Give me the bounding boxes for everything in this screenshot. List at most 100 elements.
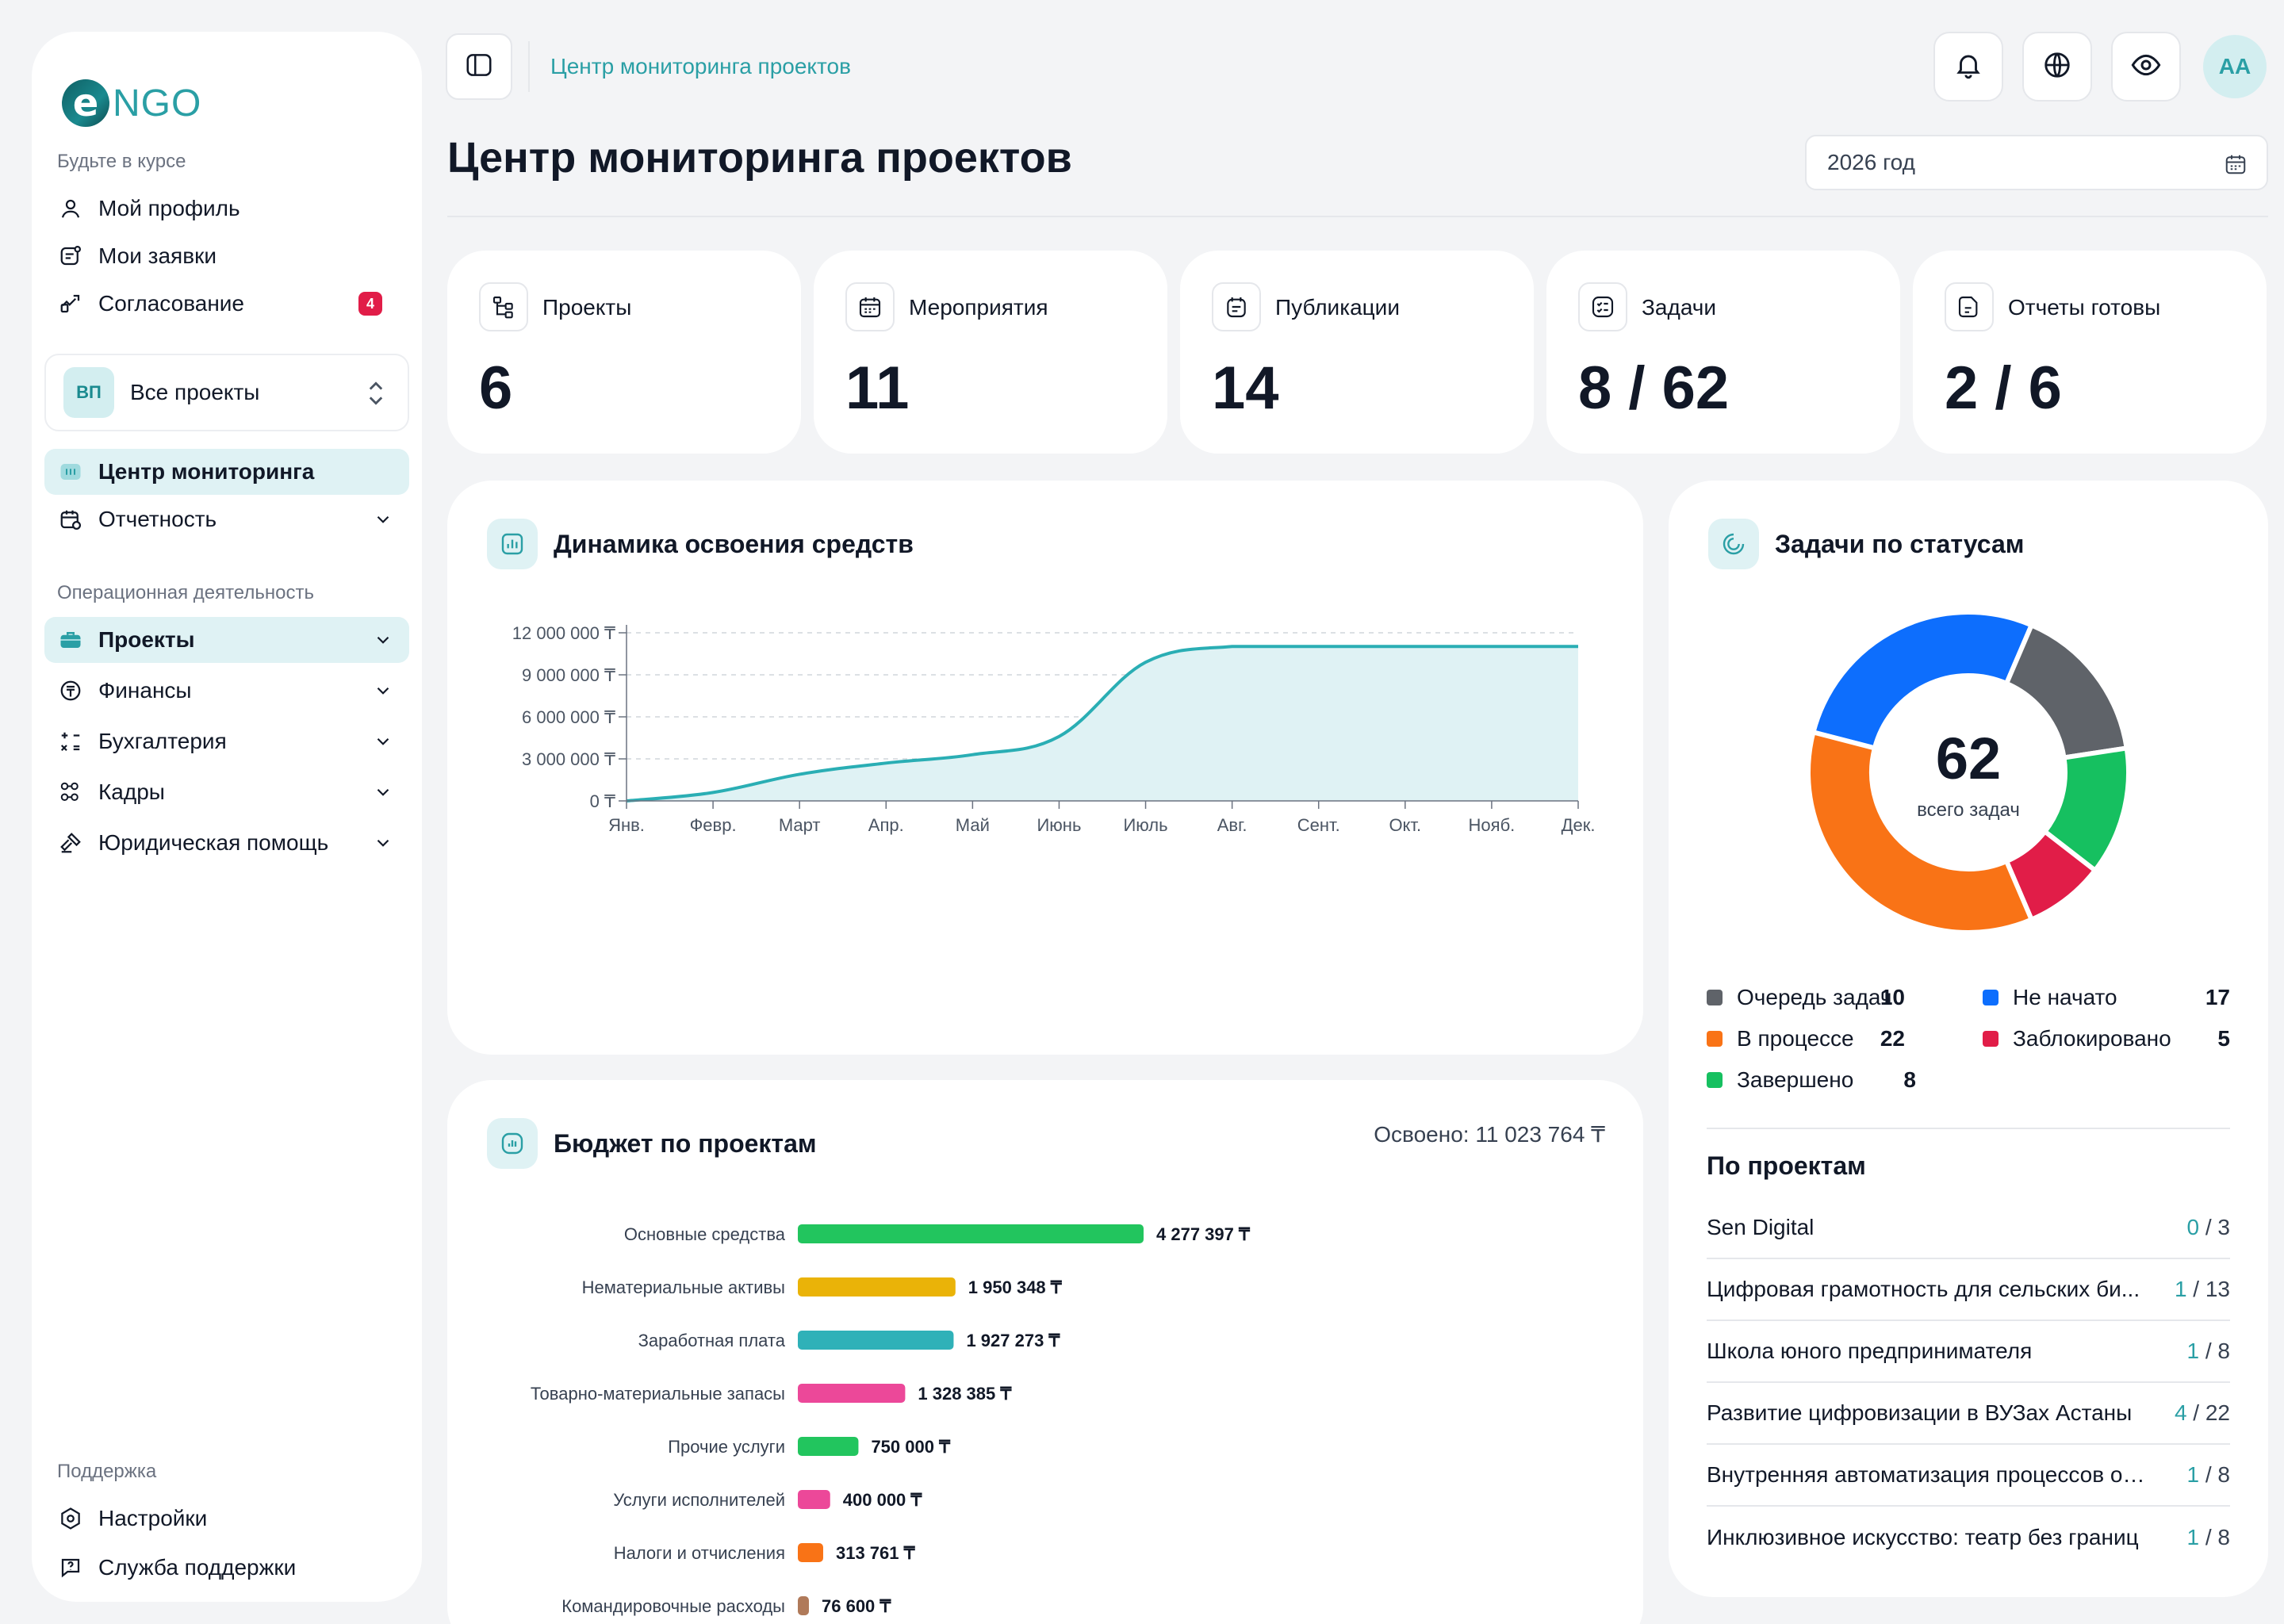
project-task-count: 0 / 3 xyxy=(2187,1215,2231,1240)
chevron-down-icon xyxy=(373,680,393,707)
sidebar-toggle-button[interactable] xyxy=(446,33,512,100)
x-tick-label: Авг. xyxy=(1217,815,1247,835)
sidebar-item-requests[interactable]: Мои заявки xyxy=(44,233,409,279)
donut-total: 62 xyxy=(1935,726,2002,791)
sidebar-item-accounting[interactable]: Бухгалтерия xyxy=(44,718,409,764)
project-row[interactable]: Инклюзивное искусство: театр без границ … xyxy=(1707,1507,2230,1568)
project-total-count: / 8 xyxy=(2205,1525,2230,1549)
kpi-card-events[interactable]: Мероприятия 11 xyxy=(814,251,1167,454)
project-row[interactable]: Школа юного предпринимателя 1 / 8 xyxy=(1707,1321,2230,1383)
calculator-icon xyxy=(57,728,84,755)
kpi-card-publications[interactable]: Публикации 14 xyxy=(1180,251,1534,454)
donut-caption: всего задач xyxy=(1917,799,2020,821)
chevron-down-icon xyxy=(373,782,393,808)
project-task-count: 1 / 8 xyxy=(2187,1462,2231,1488)
report-icon xyxy=(1945,282,1994,331)
kpi-card-tasks[interactable]: Задачи 8 / 62 xyxy=(1546,251,1900,454)
bar-category-label: Нематериальные активы xyxy=(582,1277,785,1297)
calendar-icon xyxy=(2224,152,2248,182)
sidebar-item-label: Юридическая помощь xyxy=(98,830,329,855)
project-done-count: 4 xyxy=(2174,1400,2187,1425)
chevron-down-icon xyxy=(373,833,393,859)
kpi-value: 14 xyxy=(1212,354,1279,422)
project-total-count: / 13 xyxy=(2193,1277,2230,1301)
sidebar-item-legal[interactable]: Юридическая помощь xyxy=(44,820,409,866)
project-total-count: / 8 xyxy=(2205,1339,2230,1363)
sidebar-item-finance[interactable]: Финансы xyxy=(44,668,409,714)
sidebar-item-approval[interactable]: Согласование 4 xyxy=(44,281,409,327)
bar xyxy=(798,1437,859,1456)
kpi-label: Проекты xyxy=(542,295,632,320)
project-done-count: 1 xyxy=(2174,1277,2187,1301)
legend-label: Завершено xyxy=(1737,1067,1854,1092)
project-row[interactable]: Внутренняя автоматизация процессов ор...… xyxy=(1707,1445,2230,1507)
sidebar-item-monitoring[interactable]: Центр мониторинга xyxy=(44,449,409,495)
legend-value: 5 xyxy=(2217,1026,2230,1051)
view-mode-button[interactable] xyxy=(2111,32,2181,102)
y-tick-label: 6 000 000 ₸ xyxy=(522,707,615,727)
legend-item-not-started: Не начато 17 xyxy=(1983,985,2236,1010)
hierarchy-icon xyxy=(479,282,528,331)
sidebar-item-profile[interactable]: Мой профиль xyxy=(44,186,409,232)
kpi-label: Мероприятия xyxy=(909,295,1048,320)
legend-item-completed: Завершено 8 xyxy=(1707,1067,1960,1093)
project-switcher[interactable]: ВП Все проекты xyxy=(44,354,409,431)
requests-icon xyxy=(57,243,84,270)
bar-category-label: Основные средства xyxy=(624,1224,786,1244)
project-switcher-label: Все проекты xyxy=(130,380,260,404)
user-avatar[interactable]: АА xyxy=(2203,35,2267,98)
sidebar-item-projects[interactable]: Проекты xyxy=(44,617,409,663)
legend-item-blocked: Заблокировано 5 xyxy=(1983,1026,2236,1051)
project-row[interactable]: Развитие цифровизации в ВУЗах Астаны 4 /… xyxy=(1707,1383,2230,1445)
bar xyxy=(798,1596,809,1615)
sidebar-item-hr[interactable]: Кадры xyxy=(44,769,409,815)
sidebar-item-label: Мой профиль xyxy=(98,196,240,220)
sidebar-item-label: Служба поддержки xyxy=(98,1555,297,1580)
language-button[interactable] xyxy=(2022,32,2092,102)
legend-label: Очередь задач xyxy=(1737,985,1892,1009)
legend-swatch xyxy=(1707,1072,1723,1088)
chevron-down-icon xyxy=(373,731,393,757)
bar xyxy=(798,1384,906,1403)
approval-icon xyxy=(57,290,84,317)
approval-count-badge: 4 xyxy=(358,292,382,316)
bar-category-label: Прочие услуги xyxy=(668,1437,785,1457)
project-row[interactable]: Sen Digital 0 / 3 xyxy=(1707,1197,2230,1259)
sidebar-item-reporting[interactable]: Отчетность xyxy=(44,496,409,542)
globe-icon xyxy=(2042,50,2072,84)
bar-category-label: Командировочные расходы xyxy=(561,1596,785,1616)
progress-ring-icon xyxy=(1708,519,1759,569)
sidebar-item-support[interactable]: Служба поддержки xyxy=(44,1545,409,1591)
breadcrumb[interactable]: Центр мониторинга проектов xyxy=(550,54,851,79)
bar-value-label: 76 600 ₸ xyxy=(822,1596,891,1616)
x-tick-label: Янв. xyxy=(608,815,645,835)
notifications-button[interactable] xyxy=(1933,32,2003,102)
people-icon xyxy=(57,779,84,806)
project-switcher-avatar: ВП xyxy=(63,367,114,418)
bar-value-label: 1 950 348 ₸ xyxy=(968,1277,1063,1297)
x-tick-label: Окт. xyxy=(1389,815,1421,835)
bar-value-label: 750 000 ₸ xyxy=(871,1437,951,1457)
kpi-card-reports[interactable]: Отчеты готовы 2 / 6 xyxy=(1913,251,2267,454)
x-tick-label: Март xyxy=(779,815,821,835)
breadcrumb-separator xyxy=(528,41,530,92)
bell-icon xyxy=(1953,50,1983,84)
x-tick-label: Май xyxy=(956,815,990,835)
kpi-card-projects[interactable]: Проекты 6 xyxy=(447,251,801,454)
kpi-value: 11 xyxy=(845,354,910,422)
y-tick-label: 3 000 000 ₸ xyxy=(522,749,615,769)
logo-mark-icon: e xyxy=(62,79,109,127)
app-logo[interactable]: e NGO xyxy=(62,63,201,143)
project-task-count: 4 / 22 xyxy=(2175,1400,2230,1426)
sidebar-item-settings[interactable]: Настройки xyxy=(44,1496,409,1542)
project-row[interactable]: Цифровая грамотность для сельских би... … xyxy=(1707,1259,2230,1321)
year-picker[interactable]: 2026 год xyxy=(1805,135,2268,190)
project-total-count: / 8 xyxy=(2205,1462,2230,1487)
kpi-value: 8 / 62 xyxy=(1578,354,1730,422)
briefcase-icon xyxy=(57,626,84,653)
project-total-count: / 3 xyxy=(2205,1215,2230,1239)
by-projects-title: По проектам xyxy=(1707,1151,1866,1180)
bar xyxy=(798,1543,823,1562)
legend-item-queue: Очередь задач 10 xyxy=(1707,985,1960,1010)
legend-label: Заблокировано xyxy=(2013,1026,2171,1051)
